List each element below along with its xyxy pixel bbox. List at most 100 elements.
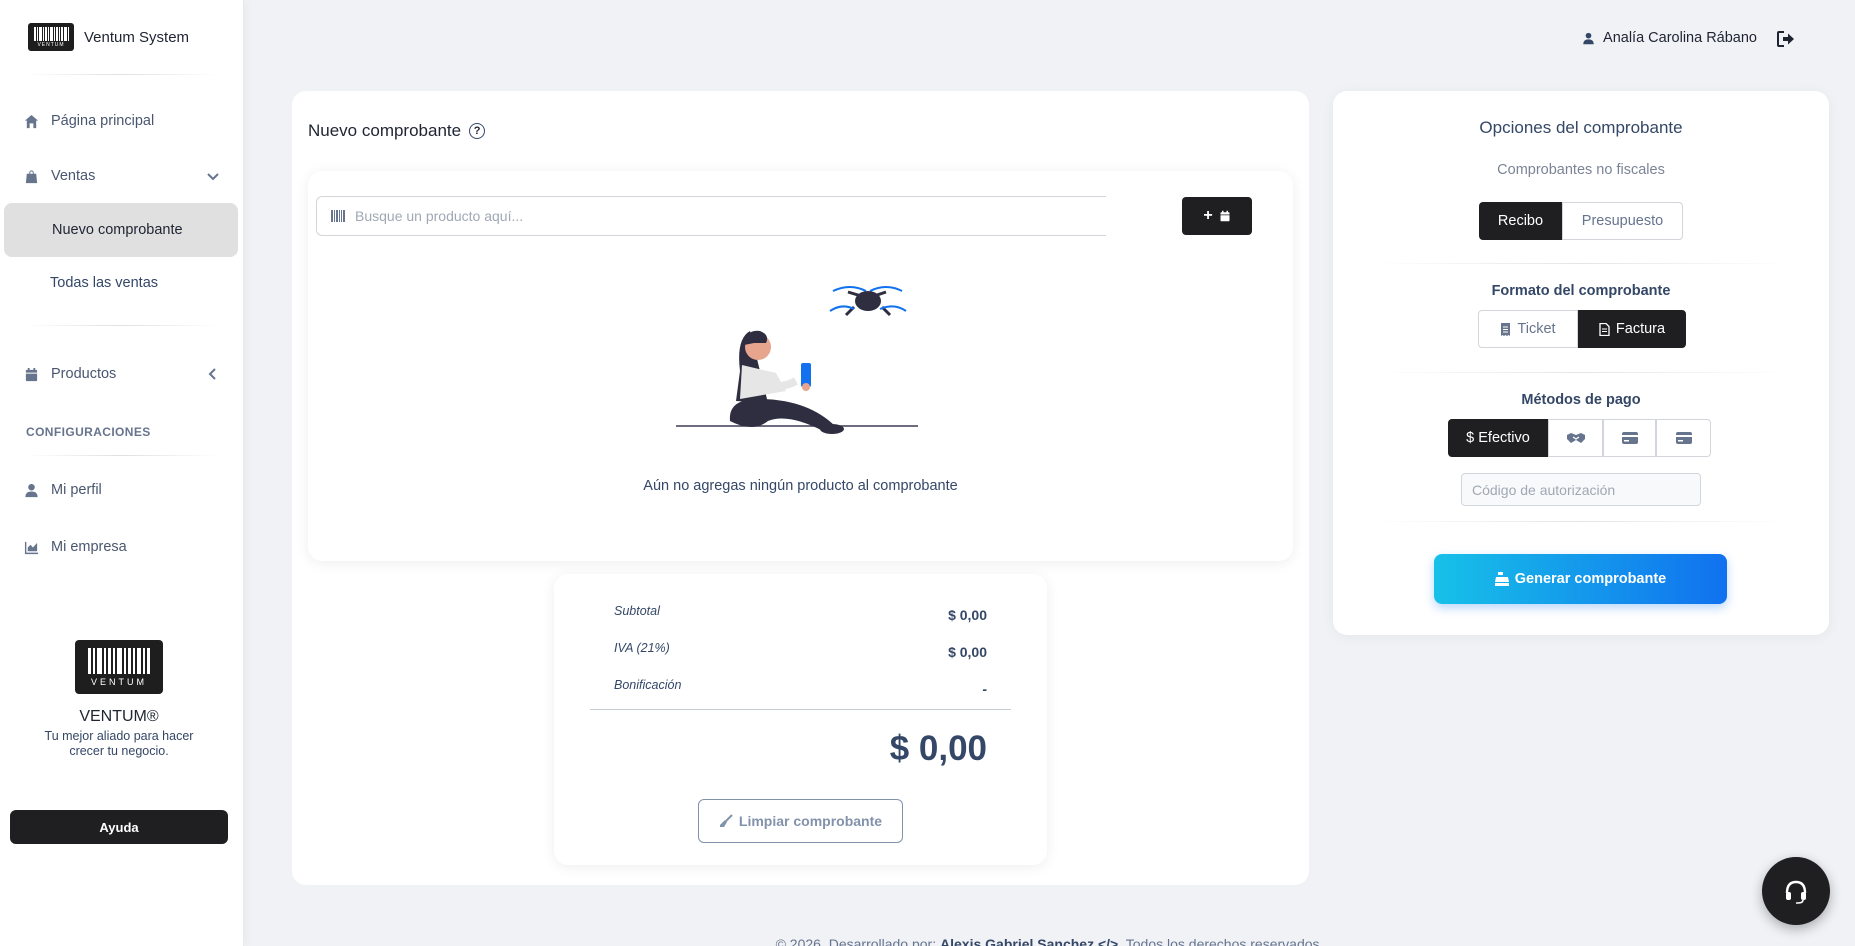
payment-cash-button[interactable]: $ Efectivo bbox=[1448, 419, 1548, 457]
iva-row: IVA (21%) $ 0,00 bbox=[614, 641, 987, 660]
sidebar-item-nuevo-comprobante[interactable]: Nuevo comprobante bbox=[4, 203, 238, 257]
ventum-logo-large: VENTUM bbox=[75, 640, 163, 694]
sidebar-item-label: Productos bbox=[51, 366, 117, 382]
sidebar-item-ventas[interactable]: Ventas bbox=[24, 158, 220, 194]
help-button[interactable]: Ayuda bbox=[10, 810, 228, 844]
plus-icon: + bbox=[1203, 207, 1213, 224]
calendar-icon bbox=[1220, 210, 1230, 222]
products-card: + bbox=[308, 171, 1293, 561]
payment-debit-card-button[interactable] bbox=[1656, 419, 1711, 457]
cash-register-icon bbox=[1494, 572, 1509, 586]
payment-credit-card-button[interactable] bbox=[1603, 419, 1656, 457]
sidebar-item-label: Página principal bbox=[51, 113, 155, 129]
generate-voucher-label: Generar comprobante bbox=[1514, 571, 1667, 587]
chevron-left-icon bbox=[208, 368, 216, 380]
clear-voucher-button[interactable]: Limpiar comprobante bbox=[698, 799, 903, 843]
type-recibo-button[interactable]: Recibo bbox=[1479, 202, 1562, 240]
promo-title: VENTUM® bbox=[79, 708, 159, 725]
support-chat-button[interactable] bbox=[1762, 857, 1830, 925]
chart-icon bbox=[24, 541, 39, 554]
broom-icon bbox=[719, 814, 733, 827]
brand-name: Ventum System bbox=[84, 28, 190, 46]
help-circle-icon[interactable]: ? bbox=[469, 123, 486, 139]
voucher-type-group: Recibo Presupuesto bbox=[1479, 202, 1683, 240]
format-factura-button[interactable]: Factura bbox=[1578, 310, 1686, 348]
handshake-icon bbox=[1566, 433, 1585, 443]
sidebar-item-mi-perfil[interactable]: Mi perfil bbox=[24, 472, 220, 508]
logout-icon[interactable] bbox=[1777, 30, 1795, 48]
user-name: Analía Carolina Rábano bbox=[1603, 30, 1757, 46]
subtotal-label: Subtotal bbox=[614, 604, 660, 618]
clear-voucher-label: Limpiar comprobante bbox=[738, 813, 883, 829]
sidebar-item-productos[interactable]: Productos bbox=[24, 356, 220, 392]
bonus-value: - bbox=[982, 681, 987, 697]
sidebar-item-todas-las-ventas[interactable]: Todas las ventas bbox=[4, 256, 238, 310]
code-icon: </> bbox=[1097, 936, 1119, 946]
totals-card: Subtotal $ 0,00 IVA (21%) $ 0,00 Bonific… bbox=[554, 574, 1047, 865]
footer-suffix: . Todos los derechos reservados. bbox=[1118, 936, 1324, 946]
user-icon bbox=[25, 483, 38, 497]
bonus-row: Bonificación - bbox=[614, 678, 987, 697]
user-icon bbox=[1583, 32, 1594, 44]
format-factura-label: Factura bbox=[1615, 321, 1666, 337]
voucher-options-panel: Opciones del comprobante Comprobantes no… bbox=[1333, 91, 1829, 635]
sidebar-item-label: Mi empresa bbox=[51, 539, 127, 555]
footer-prefix: © 2026, Desarrollado por: bbox=[775, 936, 937, 946]
sidebar-item-mi-empresa[interactable]: Mi empresa bbox=[24, 529, 220, 565]
file-icon bbox=[1599, 322, 1610, 336]
sidebar: VENTUM Ventum System Página principal Ve… bbox=[0, 0, 244, 946]
sidebar-item-label: Nuevo comprobante bbox=[52, 222, 183, 238]
format-ticket-label: Ticket bbox=[1517, 321, 1556, 337]
receipt-icon bbox=[1501, 322, 1511, 336]
product-search-input[interactable] bbox=[355, 208, 1055, 224]
ventum-logo: VENTUM bbox=[28, 23, 74, 51]
brand[interactable]: VENTUM Ventum System bbox=[28, 23, 189, 51]
debit-card-icon bbox=[1675, 432, 1692, 444]
total-amount: $ 0,00 bbox=[889, 729, 987, 768]
authorization-code-input[interactable] bbox=[1461, 473, 1701, 506]
product-search bbox=[316, 196, 1106, 236]
footer-author[interactable]: Alexis Gabriel Sanchez bbox=[940, 936, 1094, 946]
logo-text: VENTUM bbox=[37, 41, 65, 48]
footer: © 2026, Desarrollado por: Alexis Gabriel… bbox=[0, 936, 1855, 946]
user-menu[interactable]: Analía Carolina Rábano bbox=[1582, 30, 1757, 46]
type-presupuesto-button[interactable]: Presupuesto bbox=[1562, 202, 1683, 240]
format-group: Ticket Factura bbox=[1478, 310, 1686, 348]
page-title: Nuevo comprobante ? bbox=[308, 121, 486, 141]
ventum-promo: VENTUM VENTUM® Tu mejor aliado para hace… bbox=[0, 640, 238, 759]
options-subtitle: Comprobantes no fiscales bbox=[1497, 162, 1665, 178]
section-title-configuraciones: CONFIGURACIONES bbox=[26, 425, 151, 439]
format-ticket-button[interactable]: Ticket bbox=[1478, 310, 1578, 348]
logo-text: VENTUM bbox=[91, 676, 147, 687]
divider bbox=[590, 709, 1011, 710]
payment-label: Métodos de pago bbox=[1521, 392, 1641, 408]
shopping-bag-icon bbox=[25, 169, 38, 183]
options-title: Opciones del comprobante bbox=[1479, 118, 1683, 137]
empty-message: Aún no agregas ningún producto al compro… bbox=[643, 478, 958, 494]
calendar-icon bbox=[25, 367, 38, 381]
sidebar-item-label: Todas las ventas bbox=[50, 275, 159, 291]
empty-state-illustration bbox=[676, 286, 918, 434]
format-label: Formato del comprobante bbox=[1491, 283, 1671, 299]
drone-icon bbox=[829, 286, 907, 317]
barcode-icon bbox=[331, 210, 345, 222]
headset-icon bbox=[1785, 880, 1807, 904]
credit-card-icon bbox=[1621, 432, 1638, 444]
bonus-label: Bonificación bbox=[614, 678, 682, 692]
sidebar-item-home[interactable]: Página principal bbox=[24, 103, 220, 139]
page-title-text: Nuevo comprobante bbox=[308, 121, 462, 140]
home-icon bbox=[24, 114, 39, 128]
payment-handshake-button[interactable] bbox=[1548, 419, 1603, 457]
iva-label: IVA (21%) bbox=[614, 641, 670, 655]
sidebar-item-label: Mi perfil bbox=[51, 482, 102, 498]
generate-voucher-button[interactable]: Generar comprobante bbox=[1434, 554, 1727, 604]
add-product-button[interactable]: + bbox=[1182, 197, 1252, 235]
subtotal-value: $ 0,00 bbox=[948, 607, 987, 623]
payment-methods-group: $ Efectivo bbox=[1448, 419, 1711, 457]
chevron-down-icon bbox=[207, 173, 219, 181]
sidebar-item-label: Ventas bbox=[51, 168, 96, 184]
person-figure bbox=[729, 330, 844, 434]
promo-subtitle: Tu mejor aliado para hacer crecer tu neg… bbox=[44, 729, 194, 758]
iva-value: $ 0,00 bbox=[948, 644, 987, 660]
new-voucher-panel: Nuevo comprobante ? + bbox=[292, 91, 1309, 885]
